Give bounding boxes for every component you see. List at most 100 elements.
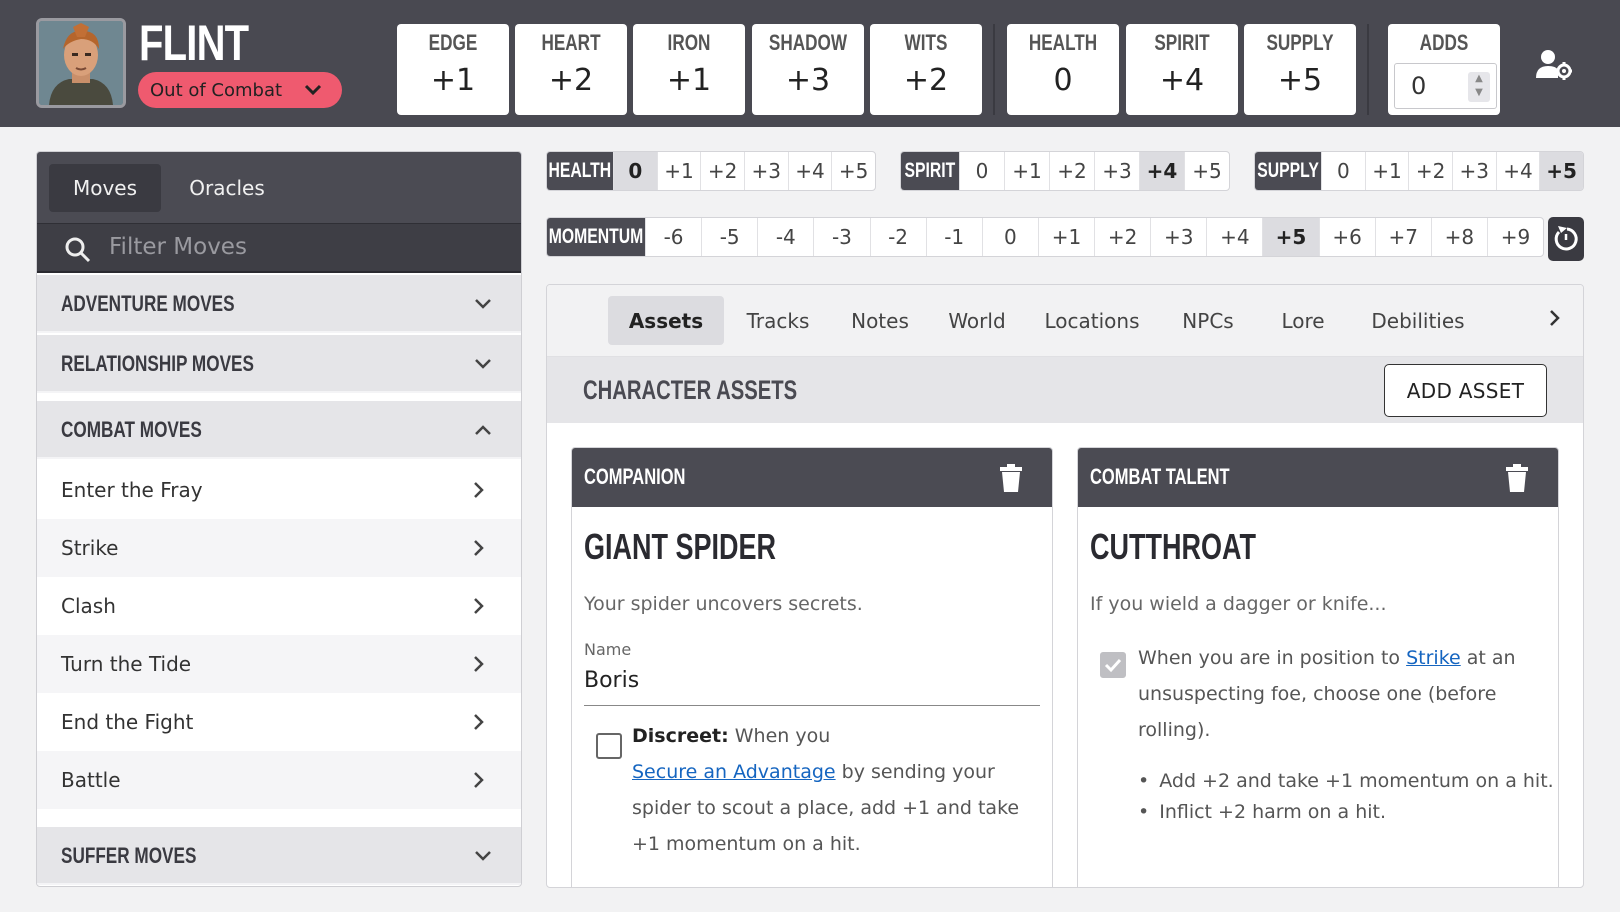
- supply-tracker-label: SUPPLY: [1255, 152, 1321, 190]
- momentum-value-cell[interactable]: +4: [1206, 218, 1262, 256]
- chevron-down-icon: [304, 84, 322, 96]
- supply-value-cell[interactable]: +1: [1364, 152, 1409, 190]
- momentum-reset-button[interactable]: [1548, 217, 1584, 261]
- user-settings-icon[interactable]: [1536, 48, 1572, 80]
- category-combat-moves[interactable]: COMBAT MOVES: [37, 401, 521, 459]
- asset-card-header: COMBAT TALENT: [1078, 448, 1558, 507]
- momentum-value-cell[interactable]: -3: [813, 218, 869, 256]
- momentum-value-cell[interactable]: +8: [1430, 218, 1487, 256]
- momentum-value-cell[interactable]: +7: [1374, 218, 1431, 256]
- health-value-cell[interactable]: +2: [700, 152, 744, 190]
- momentum-value-cell[interactable]: -5: [701, 218, 757, 256]
- momentum-value-cell[interactable]: +3: [1150, 218, 1206, 256]
- health-value-cell[interactable]: +4: [787, 152, 832, 190]
- category-relationship-moves[interactable]: RELATIONSHIP MOVES: [37, 335, 521, 393]
- add-asset-button[interactable]: ADD ASSET: [1384, 364, 1547, 417]
- spirit-value-cell[interactable]: +2: [1049, 152, 1094, 190]
- stat-wits[interactable]: WITS +2: [870, 24, 982, 115]
- meter-supply[interactable]: SUPPLY +5: [1244, 24, 1356, 115]
- supply-value-cell[interactable]: +3: [1451, 152, 1496, 190]
- move-battle[interactable]: Battle: [37, 751, 521, 809]
- supply-value-cell[interactable]: +4: [1495, 152, 1540, 190]
- chevron-right-icon: [474, 772, 484, 788]
- spirit-value-cell[interactable]: 0: [959, 152, 1004, 190]
- move-strike[interactable]: Strike: [37, 519, 521, 577]
- supply-value-cell[interactable]: +5: [1539, 152, 1583, 190]
- trash-icon[interactable]: [1000, 464, 1022, 492]
- chevron-right-icon: [474, 714, 484, 730]
- spirit-value-cell[interactable]: +3: [1094, 152, 1139, 190]
- move-turn-the-tide[interactable]: Turn the Tide: [37, 635, 521, 693]
- ability-checkbox-checked[interactable]: [1100, 652, 1126, 678]
- health-value-cell[interactable]: +3: [743, 152, 788, 190]
- meter-label: SUPPLY: [1266, 30, 1334, 55]
- momentum-value-cell[interactable]: +1: [1037, 218, 1094, 256]
- momentum-tracker-label: MOMENTUM: [547, 218, 645, 256]
- move-label: End the Fight: [61, 710, 194, 734]
- stat-shadow[interactable]: SHADOW +3: [752, 24, 864, 115]
- supply-value-cell[interactable]: +2: [1408, 152, 1452, 190]
- filter-moves-input[interactable]: Filter Moves: [37, 223, 521, 273]
- asset-type: COMBAT TALENT: [1090, 464, 1230, 489]
- move-end-the-fight[interactable]: End the Fight: [37, 693, 521, 751]
- supply-value-cell[interactable]: 0: [1321, 152, 1365, 190]
- spirit-value-cell[interactable]: +1: [1004, 152, 1049, 190]
- stat-edge[interactable]: EDGE +1: [397, 24, 509, 115]
- health-value-cell[interactable]: +5: [831, 152, 875, 190]
- tab-label: Tracks: [746, 308, 810, 333]
- chevron-right-icon: [474, 598, 484, 614]
- tab-label: Lore: [1281, 308, 1325, 333]
- category-label: RELATIONSHIP MOVES: [61, 351, 254, 376]
- spirit-tracker: SPIRIT 0 +1 +2 +3 +4 +5: [900, 151, 1230, 191]
- move-link-secure-an-advantage[interactable]: Secure an Advantage: [632, 761, 836, 783]
- category-adventure-moves[interactable]: ADVENTURE MOVES: [37, 275, 521, 333]
- momentum-value-cell[interactable]: -2: [869, 218, 926, 256]
- move-label: Enter the Fray: [61, 478, 203, 502]
- momentum-value-cell[interactable]: 0: [981, 218, 1038, 256]
- adds-value: 0: [1411, 72, 1427, 100]
- tab-moves[interactable]: Moves: [49, 164, 161, 212]
- stat-iron[interactable]: IRON +1: [633, 24, 745, 115]
- tab-debilities[interactable]: Debilities: [1354, 296, 1482, 345]
- health-value-cell[interactable]: +1: [656, 152, 701, 190]
- adds-input[interactable]: 0 ▲ ▼: [1394, 63, 1497, 109]
- move-clash[interactable]: Clash: [37, 577, 521, 635]
- tab-notes[interactable]: Notes: [832, 296, 928, 345]
- stat-heart[interactable]: HEART +2: [515, 24, 627, 115]
- adds-stepper[interactable]: ▲ ▼: [1468, 72, 1490, 102]
- character-avatar[interactable]: [36, 18, 126, 108]
- companion-name-field[interactable]: Boris: [584, 668, 1040, 706]
- momentum-value-cell[interactable]: -6: [645, 218, 701, 256]
- ability-options: Add +2 and take +1 momentum on a hit. In…: [1138, 766, 1553, 828]
- momentum-value-cell[interactable]: +9: [1486, 218, 1543, 256]
- chevron-right-icon[interactable]: [1545, 308, 1565, 328]
- momentum-value-cell[interactable]: -4: [757, 218, 813, 256]
- tab-world[interactable]: World: [934, 296, 1020, 345]
- asset-card-combat-talent: COMBAT TALENT CUTTHROAT If you wield a d…: [1077, 447, 1559, 887]
- tab-tracks[interactable]: Tracks: [730, 296, 826, 345]
- trash-icon[interactable]: [1506, 464, 1528, 492]
- momentum-value-cell[interactable]: +2: [1094, 218, 1150, 256]
- move-label: Strike: [61, 536, 119, 560]
- health-value-cell[interactable]: 0: [613, 152, 657, 190]
- category-suffer-moves[interactable]: SUFFER MOVES: [37, 827, 521, 885]
- momentum-value-cell[interactable]: +6: [1318, 218, 1375, 256]
- meter-health[interactable]: HEALTH 0: [1007, 24, 1119, 115]
- tab-npcs[interactable]: NPCs: [1164, 296, 1252, 345]
- tab-locations[interactable]: Locations: [1026, 296, 1158, 345]
- category-label: ADVENTURE MOVES: [61, 291, 235, 316]
- combat-status-dropdown[interactable]: Out of Combat: [138, 72, 342, 108]
- spirit-value-cell[interactable]: +4: [1139, 152, 1184, 190]
- momentum-value-cell[interactable]: -1: [925, 218, 982, 256]
- move-enter-the-fray[interactable]: Enter the Fray: [37, 461, 521, 519]
- tab-assets[interactable]: Assets: [608, 296, 724, 345]
- momentum-value-cell[interactable]: +5: [1262, 218, 1319, 256]
- asset-description: If you wield a dagger or knife...: [1090, 593, 1387, 615]
- meter-spirit[interactable]: SPIRIT +4: [1126, 24, 1238, 115]
- tab-oracles[interactable]: Oracles: [171, 164, 283, 212]
- health-tracker-label: HEALTH: [547, 152, 613, 190]
- move-link-strike[interactable]: Strike: [1406, 647, 1461, 669]
- ability-checkbox[interactable]: [596, 733, 622, 759]
- tab-lore[interactable]: Lore: [1258, 296, 1348, 345]
- spirit-value-cell[interactable]: +5: [1184, 152, 1229, 190]
